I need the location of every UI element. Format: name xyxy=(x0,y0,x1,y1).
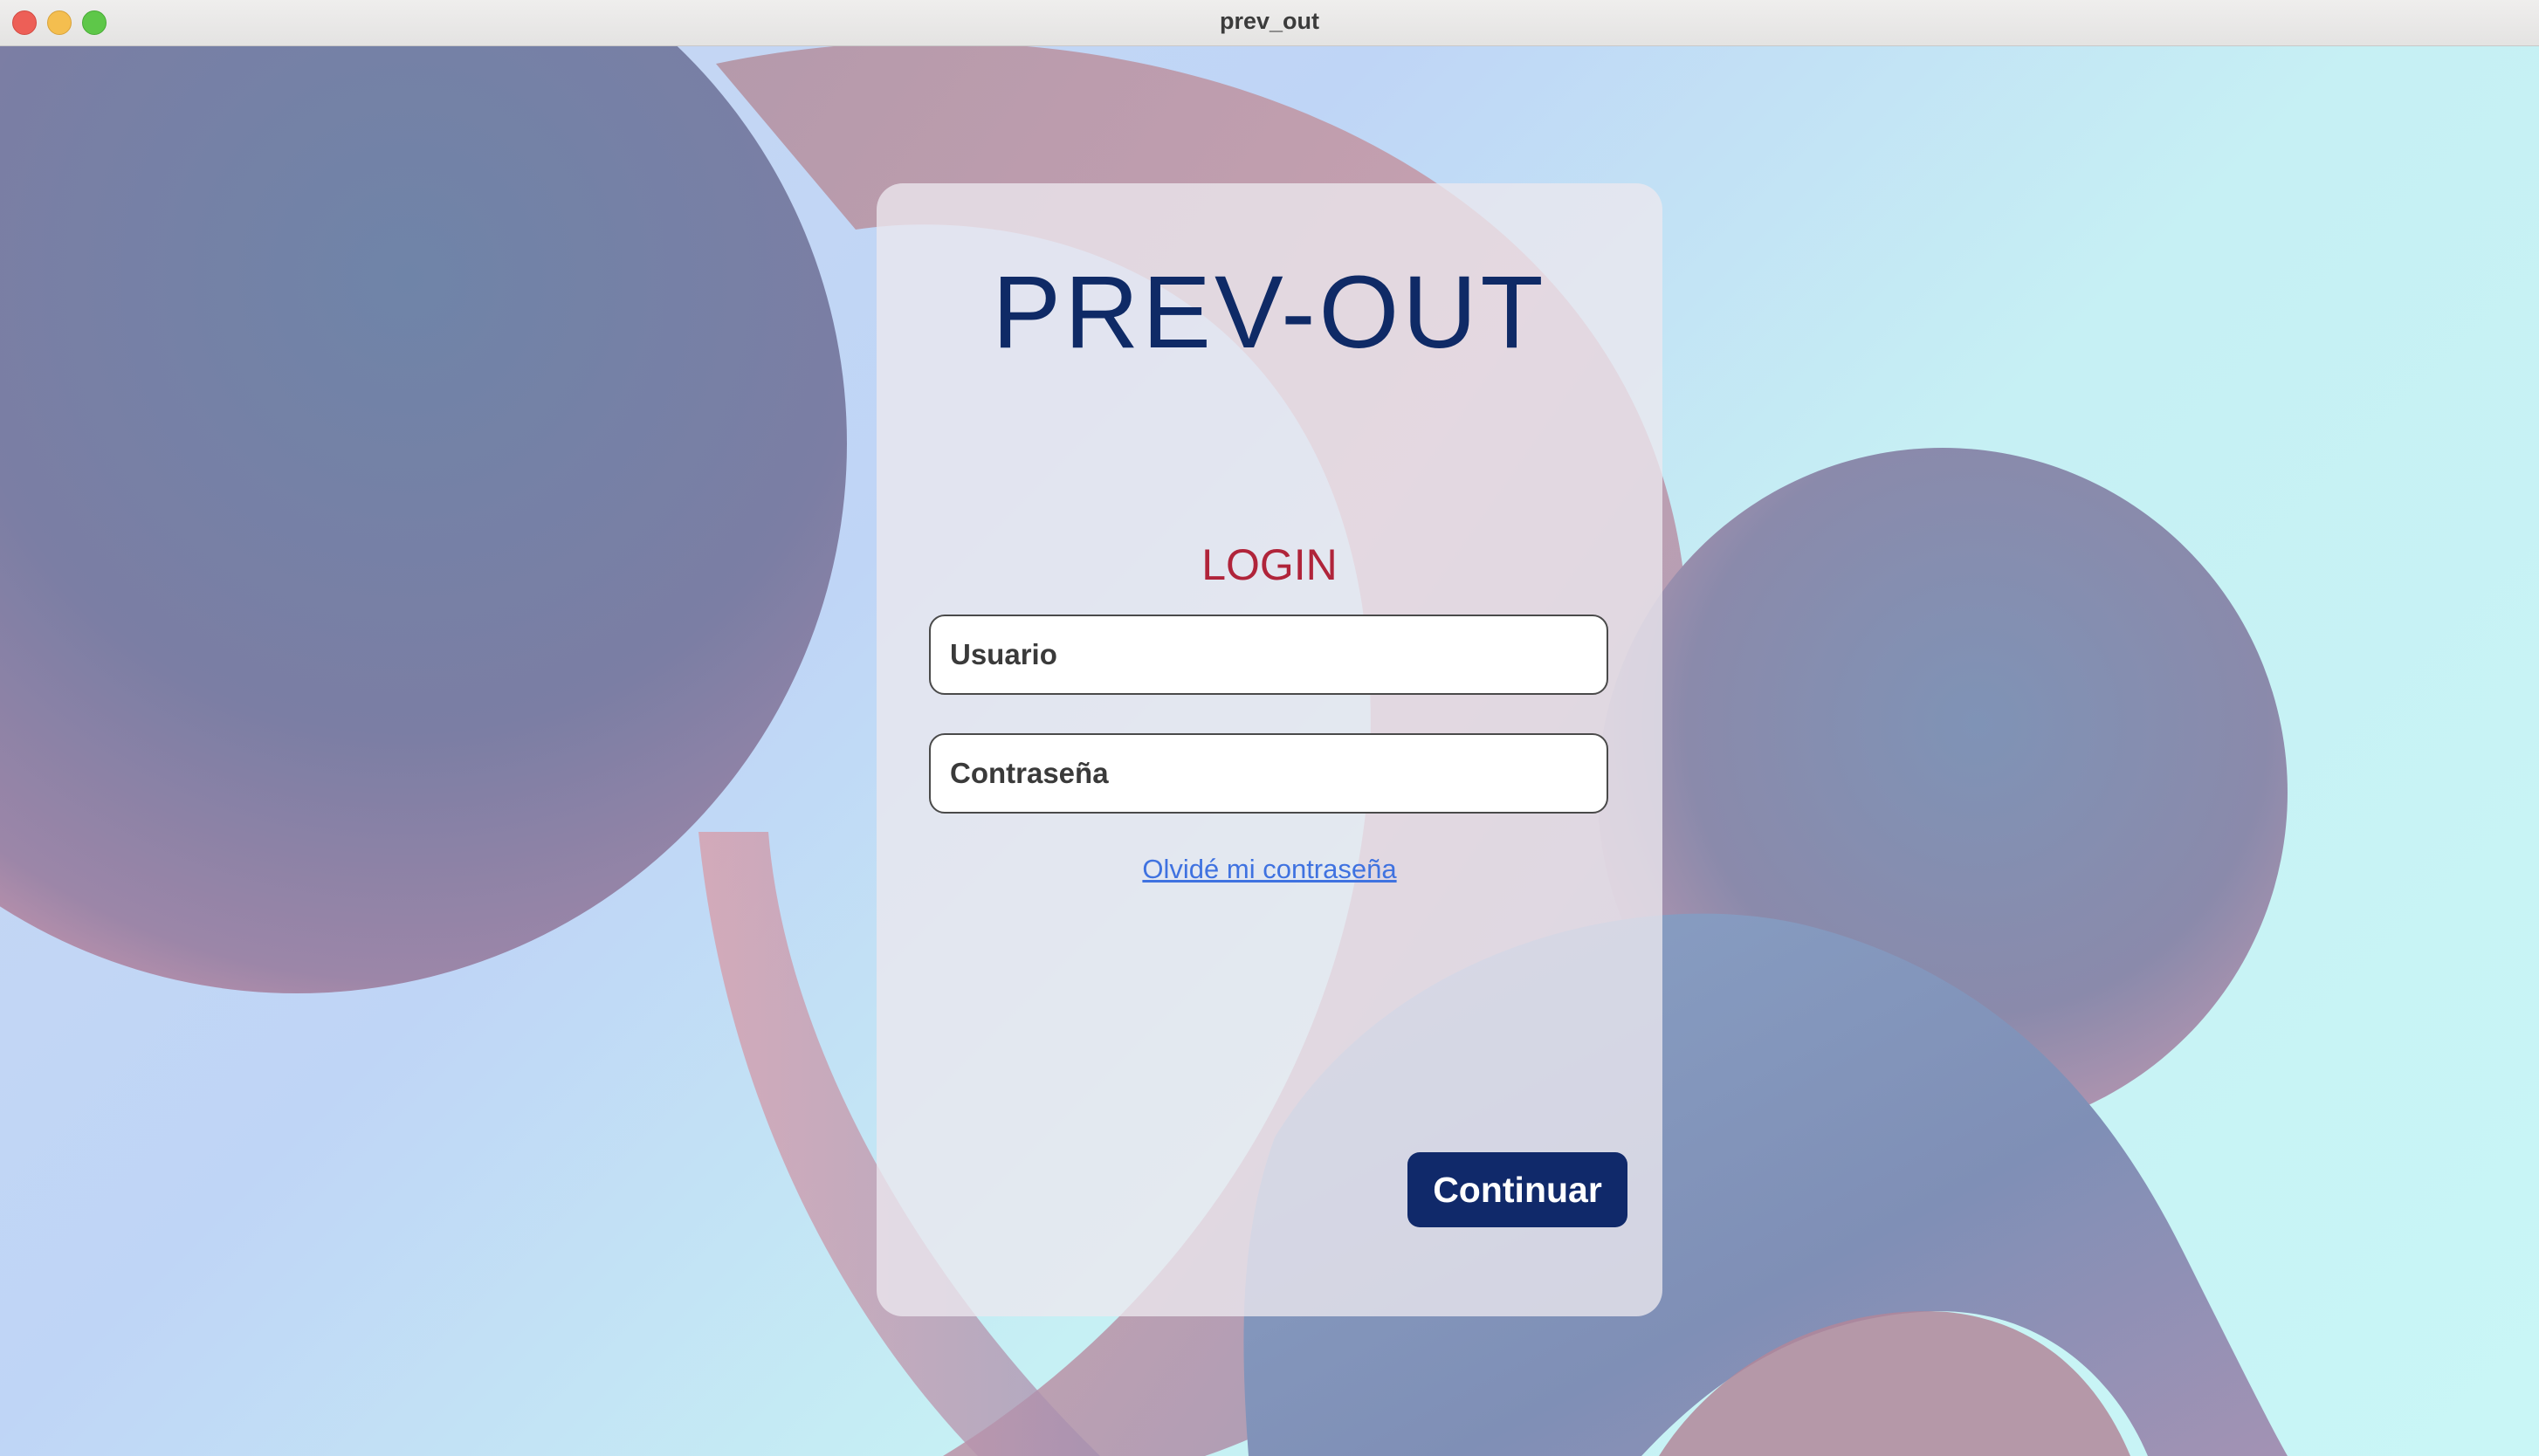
continue-button[interactable]: Continuar xyxy=(1407,1152,1627,1227)
app-window: prev_out PREV-OUT LOGIN Usuario Olvidé m… xyxy=(0,0,2539,1456)
login-card: PREV-OUT LOGIN Olvidé mi contraseña Cont… xyxy=(877,183,1662,1316)
app-brand-title: PREV-OUT xyxy=(992,255,1547,370)
forgot-password-link[interactable]: Olvidé mi contraseña xyxy=(1142,854,1396,884)
forgot-password-row: Olvidé mi contraseña xyxy=(877,854,1662,885)
title-bar[interactable]: prev_out xyxy=(0,0,2539,46)
login-heading: LOGIN xyxy=(1201,540,1338,589)
password-input[interactable] xyxy=(929,733,1608,814)
window-title: prev_out xyxy=(1219,8,1320,34)
username-input[interactable] xyxy=(929,615,1608,695)
